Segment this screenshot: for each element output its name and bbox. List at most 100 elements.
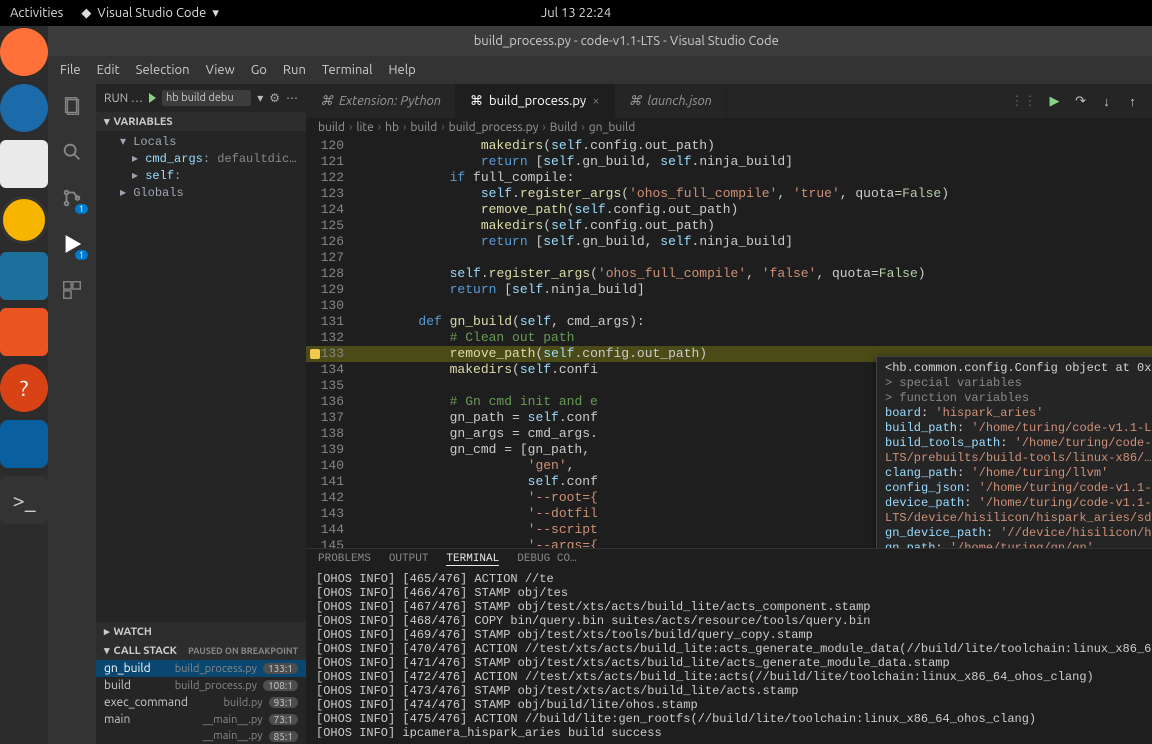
globals-group[interactable]: ▸ Globals xyxy=(96,184,306,201)
step-into-icon[interactable]: ↓ xyxy=(1099,93,1115,109)
callstack-frame[interactable]: exec_commandbuild.py93:1 xyxy=(96,694,306,711)
terminal-dock-icon[interactable]: >_ xyxy=(0,476,48,524)
chevron-down-icon: ▾ xyxy=(104,115,110,128)
tooltip-entry[interactable]: build_path: '/home/turing/code-v1.1-LTS/… xyxy=(885,421,1152,436)
panel-tab-output[interactable]: OUTPUT xyxy=(389,553,429,566)
editor-tab[interactable]: ⌘launch.json xyxy=(615,84,727,118)
terminal-output[interactable]: [OHOS INFO] [465/476] ACTION //te [OHOS … xyxy=(306,570,1152,738)
code-line[interactable]: 122 if full_compile: xyxy=(306,170,1152,186)
editor-tab[interactable]: ⌘build_process.py× xyxy=(456,84,615,118)
code-line[interactable]: 123 self.register_args('ohos_full_compil… xyxy=(306,186,1152,202)
breadcrumb-item[interactable]: build xyxy=(318,121,345,134)
breadcrumb[interactable]: build›lite›hb›build›build_process.py›Bui… xyxy=(306,118,1152,138)
menu-run[interactable]: Run xyxy=(283,63,306,77)
ubuntu-dock: ? >_ xyxy=(0,0,48,744)
menu-go[interactable]: Go xyxy=(251,63,267,77)
run-header: RUN … hb build debu ▾ ⚙ ⋯ xyxy=(96,84,306,112)
panel-tab-debug co…[interactable]: DEBUG CO… xyxy=(517,553,576,566)
code-line[interactable]: 124 remove_path(self.config.out_path) xyxy=(306,202,1152,218)
watch-section[interactable]: ▸ WATCH xyxy=(96,622,306,641)
tooltip-entry[interactable]: device_path: '/home/turing/code-v1.1-LTS… xyxy=(885,496,1152,526)
thunderbird-icon[interactable] xyxy=(0,84,48,132)
chevron-right-icon: ▸ xyxy=(104,625,110,638)
code-line[interactable]: 121 return [self.gn_build, self.ninja_bu… xyxy=(306,154,1152,170)
code-line[interactable]: 131 def gn_build(self, cmd_args): xyxy=(306,314,1152,330)
editor: ⌘Extension: Python⌘build_process.py×⌘lau… xyxy=(306,84,1152,744)
files-icon[interactable] xyxy=(0,140,48,188)
extensions-icon[interactable] xyxy=(60,278,84,302)
editor-tab-bar: ⌘Extension: Python⌘build_process.py×⌘lau… xyxy=(306,84,1152,118)
code-line[interactable]: 120 makedirs(self.config.out_path) xyxy=(306,138,1152,154)
drag-handle-icon[interactable]: ⋮⋮ xyxy=(1011,94,1037,109)
libreoffice-icon[interactable] xyxy=(0,252,48,300)
activity-bar: 1 1 xyxy=(48,84,96,744)
help-icon[interactable]: ? xyxy=(0,364,48,412)
search-icon[interactable] xyxy=(60,140,84,164)
menu-file[interactable]: File xyxy=(60,63,81,77)
run-label: RUN … xyxy=(104,92,143,105)
variable-cmd_args[interactable]: ▸ cmd_args: defaultdict( xyxy=(96,150,306,167)
tooltip-entry[interactable]: gn_path: '/home/turing/gn/gn' xyxy=(885,541,1152,548)
callstack-frame[interactable]: gn_buildbuild_process.py133:1 xyxy=(96,660,306,677)
panel-tab-problems[interactable]: PROBLEMS xyxy=(318,553,371,566)
code-area[interactable]: <hb.common.config.Config object at 0x7f4… xyxy=(306,138,1152,548)
start-debug-icon[interactable] xyxy=(149,93,156,103)
file-icon: ⌘ xyxy=(470,94,483,109)
code-line[interactable]: 126 return [self.gn_build, self.ninja_bu… xyxy=(306,234,1152,250)
step-out-icon[interactable]: ↑ xyxy=(1125,93,1141,109)
menu-view[interactable]: View xyxy=(206,63,235,77)
window-title: build_process.py - code-v1.1-LTS - Visua… xyxy=(48,26,1152,56)
chevron-down-icon[interactable]: ▾ xyxy=(257,91,263,105)
tooltip-entry[interactable]: clang_path: '/home/turing/llvm' xyxy=(885,466,1152,481)
callstack-frame[interactable]: buildbuild_process.py108:1 xyxy=(96,677,306,694)
code-line[interactable]: 127 xyxy=(306,250,1152,266)
breadcrumb-item[interactable]: Build xyxy=(550,121,578,134)
source-control-icon[interactable]: 1 xyxy=(60,186,84,210)
debug-hover-tooltip: <hb.common.config.Config object at 0x7f4… xyxy=(876,356,1152,548)
menu-selection[interactable]: Selection xyxy=(136,63,190,77)
locals-group[interactable]: ▾ Locals xyxy=(96,133,306,150)
tooltip-entry[interactable]: build_tools_path: '/home/turing/code-v1.… xyxy=(885,436,1152,466)
menu-terminal[interactable]: Terminal xyxy=(322,63,373,77)
panel-tab-terminal[interactable]: TERMINAL xyxy=(446,553,499,566)
tooltip-entry[interactable]: gn_device_path: '//device/hisilicon/hisp… xyxy=(885,526,1152,541)
gear-icon[interactable]: ⚙ xyxy=(269,91,280,105)
chevron-down-icon: ▾ xyxy=(104,644,110,657)
callstack-section[interactable]: ▾ CALL STACK PAUSED ON BREAKPOINT xyxy=(96,641,306,660)
breadcrumb-item[interactable]: gn_build xyxy=(589,121,636,134)
code-line[interactable]: 125 makedirs(self.config.out_path) xyxy=(306,218,1152,234)
code-line[interactable]: 129 return [self.ninja_build] xyxy=(306,282,1152,298)
editor-tab[interactable]: ⌘Extension: Python xyxy=(306,84,456,118)
variables-section[interactable]: ▾ VARIABLES xyxy=(96,112,306,131)
close-icon[interactable]: × xyxy=(592,94,599,108)
tooltip-entry[interactable]: config_json: '/home/turing/code-v1.1-LTS… xyxy=(885,481,1152,496)
clock[interactable]: Jul 13 22:24 xyxy=(0,6,1152,20)
step-over-icon[interactable]: ↷ xyxy=(1073,93,1089,109)
vscode-dock-icon[interactable] xyxy=(0,420,48,468)
menu-edit[interactable]: Edit xyxy=(97,63,120,77)
variable-self[interactable]: ▸ self: xyxy=(96,167,306,184)
breadcrumb-item[interactable]: build xyxy=(410,121,437,134)
run-debug-icon[interactable]: 1 xyxy=(60,232,84,256)
breadcrumb-item[interactable]: hb xyxy=(385,121,399,134)
code-line[interactable]: 130 xyxy=(306,298,1152,314)
code-line[interactable]: 132 # Clean out path xyxy=(306,330,1152,346)
continue-icon[interactable]: ▶ xyxy=(1047,93,1063,109)
firefox-icon[interactable] xyxy=(0,28,48,76)
more-icon[interactable]: ⋯ xyxy=(286,91,298,105)
tooltip-function-vars[interactable]: > function variables xyxy=(885,391,1152,406)
rhythmbox-icon[interactable] xyxy=(0,196,48,244)
launch-config-select[interactable]: hb build debu xyxy=(162,90,251,106)
file-icon: ⌘ xyxy=(320,94,333,109)
callstack-frame[interactable]: main__main__.py73:1 xyxy=(96,711,306,728)
code-line[interactable]: 128 self.register_args('ohos_full_compil… xyxy=(306,266,1152,282)
tooltip-header: <hb.common.config.Config object at 0x7f4… xyxy=(885,361,1152,376)
software-icon[interactable] xyxy=(0,308,48,356)
explorer-icon[interactable] xyxy=(60,94,84,118)
tooltip-entry[interactable]: board: 'hispark_aries' xyxy=(885,406,1152,421)
menu-help[interactable]: Help xyxy=(388,63,415,77)
breadcrumb-item[interactable]: build_process.py xyxy=(449,121,539,134)
tooltip-special-vars[interactable]: > special variables xyxy=(885,376,1152,391)
callstack-frame[interactable]: __main__.py85:1 xyxy=(96,728,306,744)
breadcrumb-item[interactable]: lite xyxy=(356,121,373,134)
